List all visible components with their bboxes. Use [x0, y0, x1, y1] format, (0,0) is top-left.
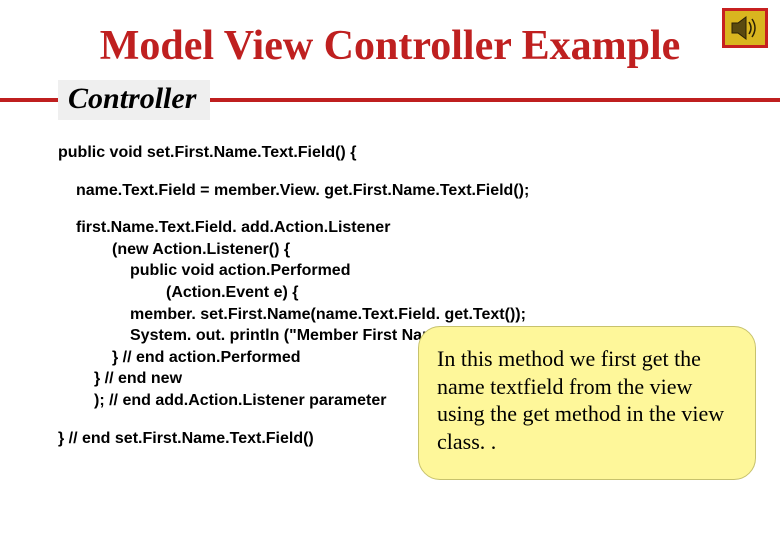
subtitle: Controller [68, 82, 196, 115]
code-line: public void set.First.Name.Text.Field() … [58, 142, 780, 164]
code-line: public void action.Performed [58, 260, 780, 282]
speaker-icon [722, 8, 768, 48]
slide-title: Model View Controller Example [0, 0, 780, 70]
code-line: name.Text.Field = member.View. get.First… [58, 180, 780, 202]
code-line: (Action.Event e) { [58, 282, 780, 304]
code-line: (new Action.Listener() { [58, 239, 780, 261]
code-line: first.Name.Text.Field. add.Action.Listen… [58, 217, 780, 239]
divider: Controller [0, 80, 780, 120]
code-line: member. set.First.Name(name.Text.Field. … [58, 304, 780, 326]
subtitle-box: Controller [58, 80, 210, 120]
callout-note: In this method we first get the name tex… [418, 326, 756, 480]
